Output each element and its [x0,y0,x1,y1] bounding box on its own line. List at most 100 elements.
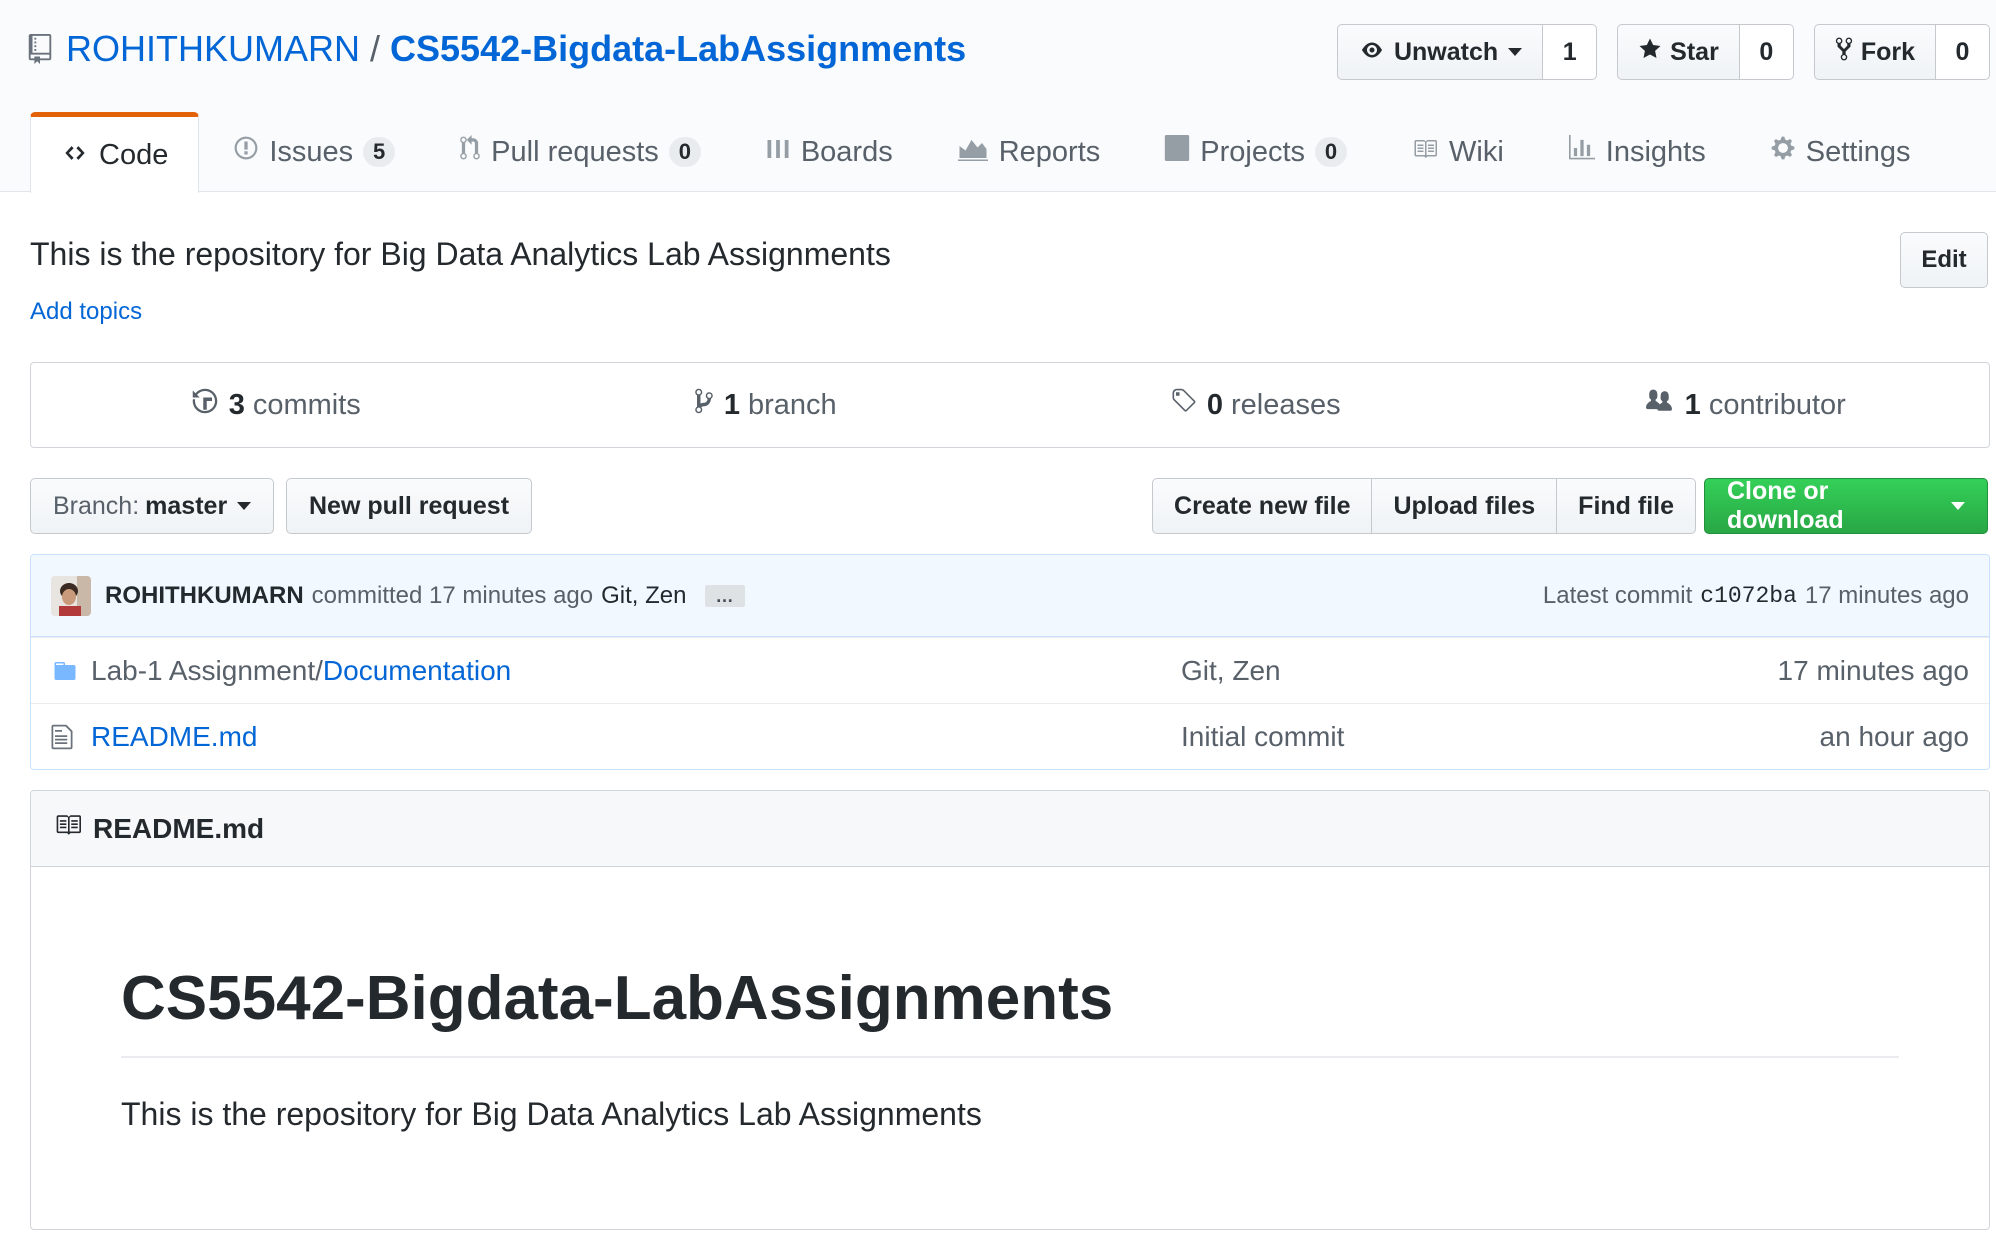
clone-or-download-button[interactable]: Clone or download [1704,477,1988,534]
tab-settings[interactable]: Settings [1740,112,1941,192]
tab-code[interactable]: Code [30,112,200,193]
file-commit-message[interactable]: Git, Zen [1181,655,1281,687]
fork-button[interactable]: Fork [1813,24,1936,80]
readme-filename: README.md [93,812,265,844]
tab-label: Wiki [1449,135,1504,168]
readme-paragraph: This is the repository for Big Data Anal… [121,1096,982,1132]
gear-icon [1770,135,1806,169]
releases-label: releases [1231,388,1341,421]
star-group: Star 0 [1617,24,1794,80]
watchers-count[interactable]: 1 [1543,24,1598,80]
releases-count: 0 [1206,388,1223,421]
contributors-link[interactable]: 1 contributor [1500,363,1990,447]
file-age: an hour ago [1819,720,1969,752]
repo-separator: / [370,28,381,69]
file-link[interactable]: README.md [91,721,257,752]
forks-count[interactable]: 0 [1936,24,1990,80]
star-button[interactable]: Star [1617,24,1740,80]
tab-boards[interactable]: Boards [735,112,923,192]
branches-label: branch [747,388,837,421]
repo-owner-link[interactable]: ROHITHKUMARN [66,28,360,70]
commit-action: committed 17 minutes ago [311,581,594,609]
project-icon [1164,135,1200,169]
readme-body: CS5542-Bigdata-LabAssignments This is th… [31,963,1989,1133]
avatar[interactable] [51,575,91,616]
boards-icon [765,136,801,169]
tab-projects[interactable]: Projects 0 [1134,112,1377,192]
people-icon [1643,388,1685,422]
tab-wiki[interactable]: Wiki [1381,112,1534,192]
file-name: README.md [91,721,1181,753]
unwatch-button[interactable]: Unwatch [1336,24,1544,80]
branches-link[interactable]: 1 branch [521,363,1011,447]
repo-tabs: Code Issues 5 Pull requests 0 Boards Rep… [30,112,1945,193]
tab-pull-requests[interactable]: Pull requests 0 [429,112,731,192]
tab-label: Code [99,138,169,171]
repo-description: This is the repository for Big Data Anal… [30,236,891,272]
commit-author-link[interactable]: ROHITHKUMARN [105,582,304,610]
pull-request-icon [459,135,491,169]
commits-link[interactable]: 3 commits [31,363,521,447]
tab-label: Insights [1605,135,1706,168]
file-actions: Create new file Upload files Find file [1152,478,1696,534]
file-name: Lab-1 Assignment/Documentation [91,655,1181,687]
repo-icon [28,32,54,66]
edit-description-button[interactable]: Edit [1900,232,1988,288]
commit-message-link[interactable]: Git, Zen [601,582,686,610]
eye-icon [1358,38,1394,67]
chevron-down-icon [1951,502,1965,510]
file-commit-message[interactable]: Initial commit [1181,721,1344,753]
commit-sha-link[interactable]: c1072ba [1700,583,1797,609]
fork-group: Fork 0 [1813,24,1990,80]
issue-icon [233,135,269,169]
commits-label: commits [252,388,361,421]
branch-icon [694,387,724,423]
branch-name: master [145,491,228,520]
repo-header: ROHITHKUMARN / CS5542-Bigdata-LabAssignm… [0,0,1996,193]
file-icon [51,723,81,751]
create-new-file-button[interactable]: Create new file [1152,478,1373,534]
commits-count: 3 [228,388,245,421]
chevron-down-icon [237,502,252,510]
branch-prefix: Branch: [53,491,140,520]
graph-bar-icon [1568,135,1606,169]
repo-title: ROHITHKUMARN / CS5542-Bigdata-LabAssignm… [28,26,966,72]
directory-link[interactable]: Documentation [323,655,511,686]
new-pull-request-button[interactable]: New pull request [286,478,533,534]
book-icon [1411,136,1449,169]
readme-panel: README.md CS5542-Bigdata-LabAssignments … [30,790,1990,1230]
find-file-button[interactable]: Find file [1557,478,1696,534]
contributors-count: 1 [1684,388,1701,421]
branches-count: 1 [723,388,740,421]
commit-tease: ROHITHKUMARN committed 17 minutes ago Gi… [31,555,1989,637]
fork-icon [1835,36,1861,69]
tab-issues[interactable]: Issues 5 [203,112,425,192]
tab-label: Issues [269,135,354,168]
stargazers-count[interactable]: 0 [1739,24,1794,80]
latest-commit: Latest commit c1072ba 17 minutes ago [1543,555,1969,637]
tab-reports[interactable]: Reports [927,112,1131,192]
readme-header: README.md [31,791,1989,867]
tag-icon [1169,387,1207,423]
unwatch-label: Unwatch [1393,37,1499,66]
add-topics-link[interactable]: Add topics [30,298,142,326]
tab-insights[interactable]: Insights [1538,112,1736,192]
upload-files-button[interactable]: Upload files [1372,478,1558,534]
list-item[interactable]: Lab-1 Assignment/Documentation Git, Zen … [31,637,1989,703]
star-label: Star [1670,37,1719,66]
book-icon [53,812,93,845]
expand-commit-message-button[interactable]: … [704,584,745,607]
repo-summary: 3 commits 1 branch 0 releases 1 contribu… [30,362,1990,448]
latest-commit-label: Latest commit [1542,582,1693,609]
repo-name-link[interactable]: CS5542-Bigdata-LabAssignments [390,28,966,70]
tab-label: Pull requests [491,135,659,168]
tab-label: Reports [998,135,1101,168]
list-item[interactable]: README.md Initial commit an hour ago [31,703,1989,769]
projects-counter: 0 [1315,137,1348,167]
watch-group: Unwatch 1 [1336,24,1598,80]
branch-select-button[interactable]: Branch: master [30,478,275,534]
code-icon [61,139,99,172]
releases-link[interactable]: 0 releases [1010,363,1500,447]
contributors-label: contributor [1708,388,1846,421]
star-icon [1638,37,1670,68]
